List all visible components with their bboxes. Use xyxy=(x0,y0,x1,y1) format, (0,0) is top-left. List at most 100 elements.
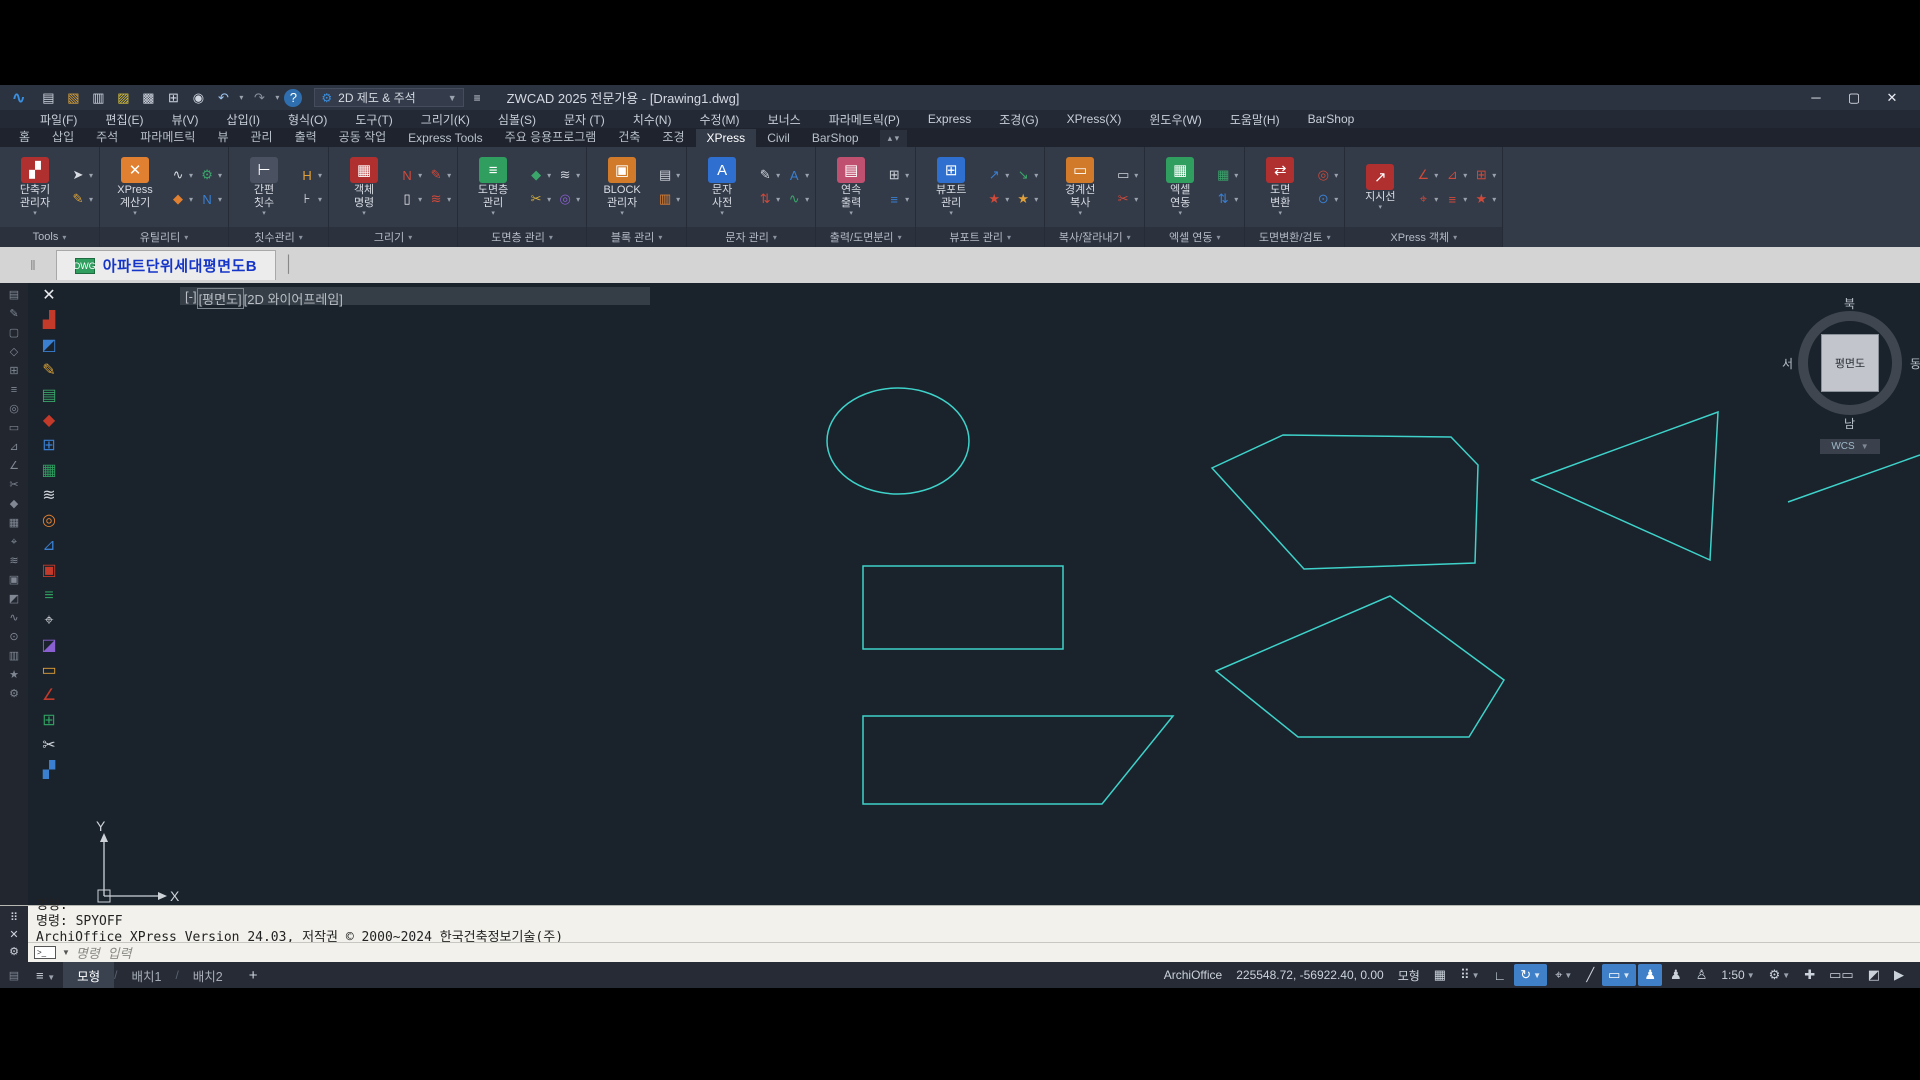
save-as-icon[interactable]: ▨ xyxy=(112,88,134,108)
menu-item[interactable]: BarShop xyxy=(1294,112,1369,126)
wcs-selector[interactable]: WCS ▼ xyxy=(1820,439,1880,454)
ribbon-small-button[interactable]: ⇅▾ xyxy=(757,188,780,210)
left-tool-icon[interactable]: ≋ xyxy=(42,487,55,505)
menu-item[interactable]: 수정(M) xyxy=(685,111,753,128)
dock-strip-icon[interactable]: ▥ xyxy=(9,650,19,662)
left-tool-icon[interactable]: ⊞ xyxy=(42,712,55,730)
ribbon-small-button[interactable]: ✎▾ xyxy=(757,164,780,186)
menu-item[interactable]: 문자 (T) xyxy=(550,111,619,128)
undo-icon-dropdown[interactable]: ▾ xyxy=(237,93,245,102)
dock-icon[interactable]: ▤ xyxy=(0,969,28,982)
dock-strip-icon[interactable]: ★ xyxy=(9,669,19,681)
archioffice-button[interactable]: ArchiOffice xyxy=(1158,964,1228,986)
left-tool-icon[interactable]: ⌖ xyxy=(44,612,53,630)
ribbon-big-button[interactable]: ≡도면층관리▾ xyxy=(464,157,522,217)
ribbon-big-button[interactable]: ▭경계선복사▾ xyxy=(1051,157,1109,217)
open-file-icon[interactable]: ▧ xyxy=(62,88,84,108)
viewport-control[interactable]: [2D 와이어프레임] xyxy=(243,289,344,308)
command-dock-icon[interactable]: ✕ xyxy=(9,928,18,941)
menu-item[interactable]: 파일(F) xyxy=(26,111,91,128)
layout-menu-button[interactable]: ≡ ▼ xyxy=(28,968,63,983)
ribbon-small-button[interactable]: ▯▾ xyxy=(399,188,422,210)
dock-strip-icon[interactable]: ◎ xyxy=(9,403,19,415)
move-tool-toggle[interactable]: ✚ xyxy=(1798,964,1821,986)
coordinates-display[interactable]: 225548.72, -56922.40, 0.00 xyxy=(1230,964,1389,986)
ribbon-big-button[interactable]: ▦엑셀연동▾ xyxy=(1151,157,1209,217)
lineweight-toggle[interactable]: ╱ xyxy=(1580,964,1600,986)
menu-item[interactable]: XPress(X) xyxy=(1053,112,1136,126)
ribbon-small-button[interactable]: ≡▾ xyxy=(1444,188,1467,210)
ribbon-big-button[interactable]: ▦객체명령▾ xyxy=(335,157,393,217)
layout-tab[interactable]: 배치1 xyxy=(118,962,176,988)
ribbon-group-dropdown[interactable]: ▾ xyxy=(184,233,188,242)
left-tool-icon[interactable]: ◎ xyxy=(42,512,56,530)
add-layout-button[interactable]: + xyxy=(237,967,270,984)
ribbon-small-button[interactable]: ★▾ xyxy=(1015,188,1038,210)
menu-item[interactable]: 파라메트릭(P) xyxy=(815,111,914,128)
circle-entity[interactable] xyxy=(827,388,969,494)
ribbon-tab[interactable]: Express Tools xyxy=(397,129,493,147)
ribbon-small-button[interactable]: ▦▾ xyxy=(1215,164,1238,186)
dock-strip-icon[interactable]: ◇ xyxy=(10,346,18,358)
navigation-cube[interactable]: 평면도 북 남 서 동 WCS ▼ xyxy=(1788,289,1920,459)
ribbon-small-button[interactable]: ➤▾ xyxy=(70,164,93,186)
menu-item[interactable]: 뷰(V) xyxy=(157,111,212,128)
ribbon-small-button[interactable]: ★▾ xyxy=(1473,188,1496,210)
ribbon-small-button[interactable]: ▭▾ xyxy=(1115,164,1138,186)
ribbon-big-button[interactable]: ⊢간편칫수▾ xyxy=(235,157,293,217)
isolate-objects-toggle[interactable]: ▭▭ xyxy=(1823,964,1860,986)
dock-strip-icon[interactable]: ≋ xyxy=(9,555,18,567)
left-tool-icon[interactable]: ◩ xyxy=(41,337,56,355)
command-dock-icon[interactable]: ⚙ xyxy=(9,945,19,958)
save-icon[interactable]: ▥ xyxy=(87,88,109,108)
ribbon-group-dropdown[interactable]: ▾ xyxy=(408,233,412,242)
menu-item[interactable]: 치수(N) xyxy=(619,111,686,128)
menu-item[interactable]: 심볼(S) xyxy=(484,111,550,128)
left-tool-icon[interactable]: ▦ xyxy=(41,462,56,480)
menu-item[interactable]: 윈도우(W) xyxy=(1135,111,1215,128)
ribbon-small-button[interactable]: ◎▾ xyxy=(1315,164,1338,186)
ribbon-small-button[interactable]: ◆▾ xyxy=(170,188,193,210)
ribbon-tab[interactable]: 공동 작업 xyxy=(328,126,398,147)
ribbon-tab[interactable]: 출력 xyxy=(284,126,328,147)
menu-item[interactable]: 보너스 xyxy=(754,111,815,128)
ribbon-tab[interactable]: 조경 xyxy=(651,126,695,147)
ribbon-small-button[interactable]: ◎▾ xyxy=(557,188,580,210)
ribbon-group-dropdown[interactable]: ▾ xyxy=(1327,233,1331,242)
ribbon-group-dropdown[interactable]: ▾ xyxy=(773,233,777,242)
ribbon-small-button[interactable]: ≋▾ xyxy=(428,188,451,210)
left-tool-icon[interactable]: ▣ xyxy=(41,562,56,580)
ribbon-tab[interactable]: 파라메트릭 xyxy=(129,126,206,147)
ribbon-big-button[interactable]: ▤연속출력▾ xyxy=(822,157,880,217)
left-tool-icon[interactable]: ✂ xyxy=(42,737,55,755)
ribbon-small-button[interactable]: ∠▾ xyxy=(1415,164,1438,186)
ribbon-big-button[interactable]: ⊞뷰포트관리▾ xyxy=(922,157,980,217)
ribbon-small-button[interactable]: ✂▾ xyxy=(1115,188,1138,210)
layout-tab[interactable]: 모형 xyxy=(63,962,114,988)
ribbon-tab[interactable]: 관리 xyxy=(239,126,283,147)
chevron-down-icon[interactable]: ▼ xyxy=(62,948,70,957)
ribbon-small-button[interactable]: ⚙▾ xyxy=(199,164,222,186)
dock-strip-icon[interactable]: ▭ xyxy=(9,422,19,434)
autoscale-toggle[interactable]: ♟ xyxy=(1664,964,1688,986)
ribbon-group-dropdown[interactable]: ▾ xyxy=(1127,233,1131,242)
ribbon-small-button[interactable]: ✎▾ xyxy=(70,188,93,210)
dock-strip-icon[interactable]: ⊿ xyxy=(9,441,18,453)
ribbon-small-button[interactable]: ★▾ xyxy=(986,188,1009,210)
ribbon-small-button[interactable]: A▾ xyxy=(786,164,809,186)
ribbon-tab[interactable]: 주석 xyxy=(85,126,129,147)
menu-item[interactable]: 도움말(H) xyxy=(1216,111,1294,128)
clean-screen-toggle[interactable]: ▶ xyxy=(1888,964,1910,986)
viewport-control[interactable]: [-] xyxy=(184,289,198,308)
snap-toggle[interactable]: ⠿▼ xyxy=(1454,964,1485,986)
ribbon-big-button[interactable]: ▞단축키관리자▾ xyxy=(6,157,64,217)
ribbon-small-button[interactable]: ↗▾ xyxy=(986,164,1009,186)
pentagon-entity[interactable] xyxy=(1216,596,1504,737)
ribbon-small-button[interactable]: ⌖▾ xyxy=(1415,188,1438,210)
selection-cycling-toggle[interactable]: ▭▼ xyxy=(1602,964,1636,986)
ribbon-group-dropdown[interactable]: ▾ xyxy=(1007,233,1011,242)
dock-strip-icon[interactable]: ⊙ xyxy=(9,631,18,643)
model-space-button[interactable]: 모형 xyxy=(1392,964,1426,986)
ribbon-group-dropdown[interactable]: ▾ xyxy=(62,233,66,242)
hardware-acceleration-toggle[interactable]: ◩ xyxy=(1862,964,1886,986)
